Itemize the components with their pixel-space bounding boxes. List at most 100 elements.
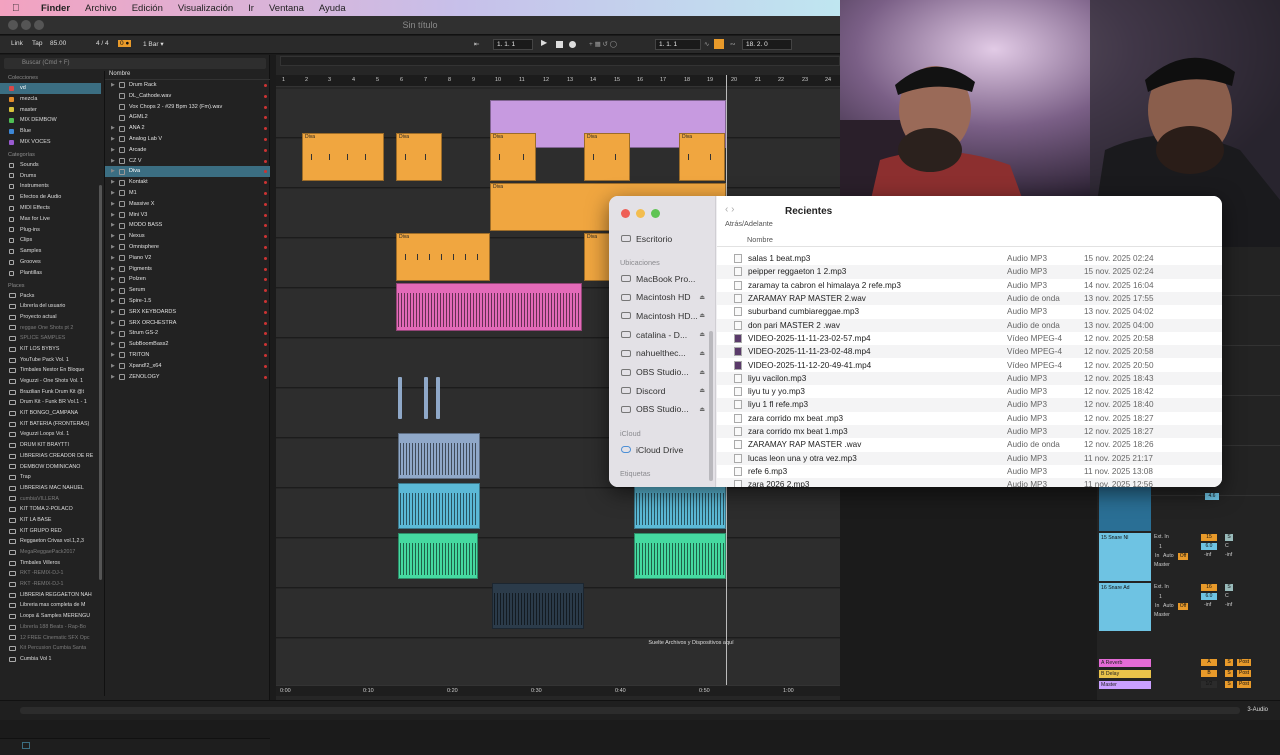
category-item[interactable]: Plug-ins (0, 225, 101, 236)
return-post-button[interactable]: Post (1237, 681, 1251, 688)
audio-clip[interactable] (396, 283, 582, 331)
place-item[interactable]: Loops & Samples MERENGU (0, 611, 101, 622)
send-level[interactable]: -inf (1225, 602, 1232, 608)
place-item[interactable]: Kit Percusion Cumbia Santa (0, 643, 101, 654)
place-item[interactable]: Drum Kit - Funk BR Vol.1 - 1 (0, 397, 101, 408)
eject-icon[interactable]: ⏏ (699, 369, 705, 376)
category-item[interactable]: Instruments (0, 181, 101, 192)
disclosure-arrow-icon[interactable]: ▶ (111, 166, 119, 177)
file-row[interactable]: zara 2026 2.mp3 Audio MP3 11 nov. 2025 12:… (717, 478, 1222, 487)
monitor-auto-button[interactable]: Auto (1163, 603, 1174, 609)
loop-length-field[interactable]: 18. 2. 0 (742, 39, 792, 50)
place-item[interactable]: Veguzzi - One Shots Vol. 1 (0, 376, 101, 387)
browser-item[interactable]: ▶ M1 (105, 188, 270, 199)
category-item[interactable]: Sounds (0, 160, 101, 171)
tap-tempo-button[interactable]: Tap (32, 40, 42, 47)
arrangement-clip[interactable]: Diva (679, 133, 725, 181)
category-item[interactable]: MIDI Effects (0, 203, 101, 214)
place-item[interactable]: SPLICE SAMPLES (0, 333, 101, 344)
place-item[interactable]: Cumbia Vol 1 (0, 654, 101, 665)
browser-item[interactable]: ▶ Analog Lab V (105, 134, 270, 145)
disclosure-arrow-icon[interactable]: ▶ (111, 328, 119, 339)
browser-item[interactable]: ▶ Massive X (105, 199, 270, 210)
pan-field[interactable]: C (1225, 593, 1229, 599)
input-channel-select[interactable]: 1 (1159, 594, 1162, 600)
browser-item[interactable]: ▶ Polzen (105, 274, 270, 285)
place-item[interactable]: MegaReggaePack2017 (0, 547, 101, 558)
disclosure-arrow-icon[interactable]: ▶ (111, 123, 119, 134)
sidebar-location-item[interactable]: OBS Studio... ⏏ (621, 364, 715, 381)
name-column[interactable]: Nombre (747, 235, 773, 244)
return-post-button[interactable]: Post (1237, 659, 1251, 666)
menu-archivo[interactable]: Archivo (85, 3, 117, 14)
menu-ir[interactable]: Ir (248, 3, 254, 14)
place-item[interactable]: Librería 188 Beats - Rap-Bo (0, 622, 101, 633)
file-row[interactable]: ZARAMAY RAP MASTER 2.wav Audio de onda 13 … (717, 291, 1222, 306)
category-item[interactable]: Grooves (0, 257, 101, 268)
monitor-auto-button[interactable]: Auto (1163, 553, 1174, 559)
place-item[interactable]: DRUM KIT BRAYTTI (0, 440, 101, 451)
send-level[interactable]: -inf (1225, 552, 1232, 558)
place-item[interactable]: KIT BATERIA (FRONTERAS) (0, 419, 101, 430)
audio-clip[interactable] (492, 583, 584, 629)
browser-item[interactable]: ▶ CZ V (105, 156, 270, 167)
preview-icon[interactable] (22, 742, 30, 749)
finder-close-button[interactable] (621, 209, 630, 218)
browser-item[interactable]: ▶ Arcade (105, 145, 270, 156)
place-item[interactable]: RKT -REMIX-DJ-1 (0, 568, 101, 579)
menu-ventana[interactable]: Ventana (269, 3, 304, 14)
browser-item[interactable]: ▶ Diva (105, 166, 270, 178)
arrangement-clip[interactable]: Diva (396, 133, 442, 181)
disclosure-arrow-icon[interactable]: ▶ (111, 220, 119, 231)
file-row[interactable]: salas 1 beat.mp3 Audio MP3 15 nov. 2025 02… (717, 252, 1222, 265)
file-row[interactable]: suburband cumbiareggae.mp3 Audio MP3 13 no… (717, 305, 1222, 318)
place-item[interactable]: cumbiaVILLERA (0, 494, 101, 505)
audio-clip[interactable] (398, 533, 478, 579)
file-row[interactable]: VIDEO-2025-11-11-23-02-57.mp4 Vídeo MPEG-… (717, 332, 1222, 345)
file-row[interactable]: peipper reggaeton 1 2.mp3 Audio MP3 15 nov… (717, 265, 1222, 279)
disclosure-arrow-icon[interactable]: ▶ (111, 210, 119, 221)
disclosure-arrow-icon[interactable]: ▶ (111, 264, 119, 275)
audio-clip[interactable] (398, 433, 480, 479)
sidebar-location-item[interactable]: Macintosh HD ⏏ (621, 289, 715, 306)
file-row[interactable]: don pari MASTER 2 .wav Audio de onda 13 no… (717, 318, 1222, 332)
track-number-button[interactable]: 16 (1201, 584, 1217, 591)
browser-item[interactable]: ▶ Kontakt (105, 177, 270, 188)
browser-item[interactable]: ▶ Mini V3 (105, 210, 270, 221)
sidebar-location-item[interactable]: nahuelthec... ⏏ (621, 345, 715, 362)
horizontal-scrollbar[interactable] (20, 707, 1240, 714)
solo-button[interactable]: S (1225, 584, 1233, 591)
metronome-button[interactable]: 0 ● (118, 40, 132, 47)
disclosure-arrow-icon[interactable]: ▶ (111, 134, 119, 145)
disclosure-arrow-icon[interactable]: ▶ (111, 339, 119, 350)
return-post-button[interactable]: Post (1237, 670, 1251, 677)
sidebar-item-icloud-drive[interactable]: iCloud Drive (621, 441, 715, 458)
file-row[interactable]: ZARAMAY RAP MASTER .wav Audio de onda 12 n… (717, 438, 1222, 451)
disclosure-arrow-icon[interactable]: ▶ (111, 156, 119, 167)
browser-item[interactable]: ▶ TRITON (105, 350, 270, 361)
follow-arrow-icon[interactable]: ⇤ (474, 40, 479, 48)
record-icon[interactable] (569, 41, 576, 48)
disclosure-arrow-icon[interactable]: ▶ (111, 318, 119, 329)
return-chip[interactable]: 1/2 (1201, 681, 1217, 688)
loop-toggle-icon[interactable] (714, 39, 724, 49)
place-item[interactable]: RKT -REMIX-DJ-1 (0, 579, 101, 590)
browser-item[interactable]: ▶ MODO BASS (105, 220, 270, 231)
return-track-name[interactable]: Master (1099, 681, 1151, 689)
return-chip[interactable]: A (1201, 659, 1217, 666)
place-item[interactable]: Timbales Nestor En Bloque (0, 365, 101, 376)
disclosure-arrow-icon[interactable]: ▶ (111, 231, 119, 242)
punch-icon[interactable]: ∾ (730, 40, 735, 48)
return-solo-button[interactable]: S (1225, 681, 1233, 688)
file-row[interactable]: zara corrido mx beat 1.mp3 Audio MP3 12 no… (717, 424, 1222, 439)
place-item[interactable]: Veguzzi Loops Vol. 1 (0, 429, 101, 440)
arrangement-clip[interactable]: Diva (396, 233, 490, 281)
category-item[interactable]: Drums (0, 171, 101, 182)
category-item[interactable]: Efectos de Audio (0, 192, 101, 203)
loop-icon[interactable]: ∿ (704, 40, 709, 48)
place-item[interactable]: Trap (0, 472, 101, 483)
volume-field[interactable]: 6.0 (1201, 543, 1217, 550)
back-forward-icon[interactable]: ‹ › (725, 204, 734, 215)
play-icon[interactable]: ▶ (541, 38, 547, 47)
place-item[interactable]: KIT LA BASE (0, 515, 101, 526)
